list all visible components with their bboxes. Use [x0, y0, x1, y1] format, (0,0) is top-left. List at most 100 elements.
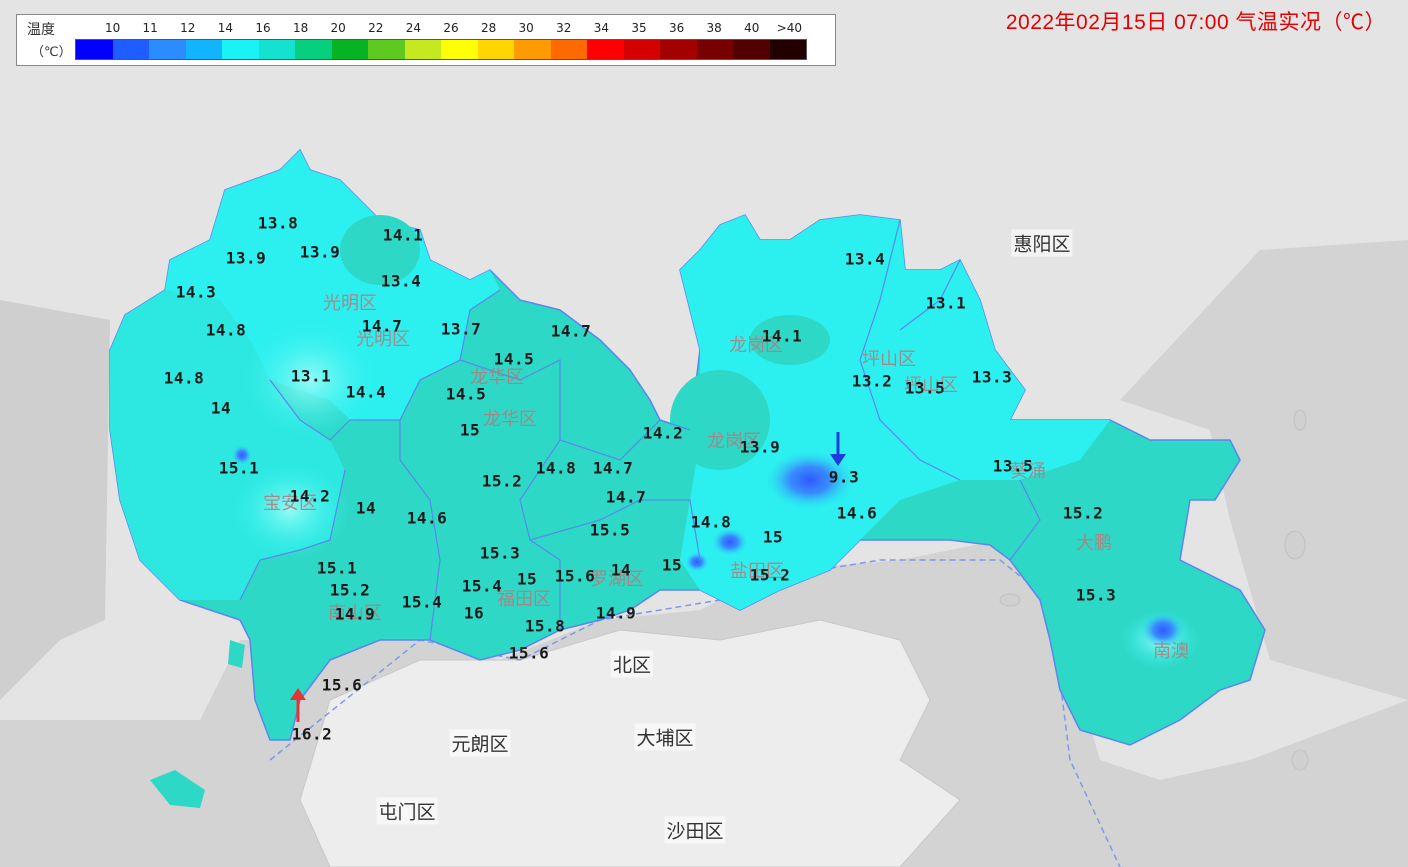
temperature-reading: 15.4	[401, 592, 443, 612]
legend-color-cell	[404, 40, 441, 59]
legend-color-cell	[550, 40, 587, 59]
legend-color-cell	[477, 40, 514, 59]
island-small	[228, 640, 245, 668]
temperature-reading: 15.1	[218, 458, 260, 478]
temperature-reading: 14.7	[592, 458, 634, 478]
temperature-reading: 13.4	[380, 271, 422, 291]
temperature-reading: 15.6	[554, 566, 596, 586]
legend-title: 温度	[27, 22, 55, 38]
neighbor-district-label: 沙田区	[664, 816, 726, 844]
legend-tick-label: 16	[255, 21, 271, 35]
temperature-reading: 13.1	[925, 293, 967, 313]
legend-color-cell	[769, 40, 806, 59]
temperature-reading: 13.5	[904, 378, 946, 398]
legend-tick-label: 14	[217, 21, 234, 35]
legend-tick-label: 22	[368, 21, 384, 35]
temperature-reading: 15.3	[1075, 585, 1117, 605]
temperature-reading: 14.8	[205, 320, 247, 340]
legend-color-cell	[149, 40, 186, 59]
temperature-reading: 14.9	[334, 604, 376, 624]
temperature-reading: 14.1	[382, 225, 424, 245]
temperature-reading: 15	[459, 420, 481, 440]
temperature-reading: 13.9	[739, 437, 781, 457]
legend-tick-label: 32	[556, 21, 572, 35]
legend-tick-label: 28	[480, 21, 497, 35]
temperature-reading: 16	[463, 603, 485, 623]
temperature-reading: 14.8	[690, 512, 732, 532]
temperature-reading: 15.5	[589, 520, 631, 540]
temperature-reading: 15	[516, 569, 538, 589]
temperature-reading: 13.8	[257, 213, 299, 233]
temperature-reading: 15.3	[479, 543, 521, 563]
temperature-reading: 15.1	[316, 558, 358, 578]
temperature-reading: 15.6	[321, 675, 363, 695]
temperature-reading: 16.2	[291, 724, 333, 744]
temperature-reading: 14	[210, 398, 232, 418]
temperature-reading: 14.6	[406, 508, 448, 528]
legend-color-scale	[75, 39, 807, 60]
legend-labels: 10 11 12 14 16 18 20 22 24 26 28 30 32 34 35 36 38 40 >40	[75, 21, 827, 37]
legend-tick-label: >40	[776, 21, 803, 35]
temperature-reading: 14.2	[642, 423, 684, 443]
temperature-reading: 14	[610, 560, 632, 580]
legend-tick-label: 38	[706, 21, 722, 35]
legend-color-cell	[331, 40, 368, 59]
temperature-reading: 13.9	[225, 248, 267, 268]
neighbor-district-label: 大埔区	[634, 723, 696, 751]
temperature-reading: 13.2	[851, 371, 893, 391]
district-label: 福田区	[497, 589, 551, 610]
temperature-reading: 14.8	[535, 458, 577, 478]
legend-color-cell	[295, 40, 332, 59]
legend-tick-label: 36	[668, 21, 685, 35]
legend-color-cell	[587, 40, 624, 59]
temperature-reading: 14.7	[550, 321, 592, 341]
legend-tick-label: 30	[518, 21, 534, 35]
legend-color-cell	[441, 40, 478, 59]
temperature-reading: 14.3	[175, 282, 217, 302]
neighbor-district-label: 屯门区	[376, 797, 438, 825]
temperature-reading: 14.1	[761, 326, 803, 346]
temperature-reading: 15.2	[481, 471, 523, 491]
map-title: 2022年02月15日 07:00 气温实况（℃）	[1005, 11, 1386, 34]
legend-color-cell	[514, 40, 551, 59]
temperature-reading: 15.8	[524, 616, 566, 636]
temperature-reading: 13.5	[992, 456, 1034, 476]
neighbor-district-label: 惠阳区	[1011, 229, 1073, 257]
temperature-reading: 13.3	[971, 367, 1013, 387]
legend-color-cell	[696, 40, 733, 59]
legend-color-cell	[112, 40, 149, 59]
legend-color-cell	[258, 40, 295, 59]
temperature-reading: 13.4	[844, 249, 886, 269]
temperature-reading: 13.1	[290, 366, 332, 386]
legend-tick-label: 35	[631, 21, 647, 35]
temperature-reading: 14.6	[836, 503, 878, 523]
legend-tick-label: 40	[744, 21, 760, 35]
legend-color-cell	[185, 40, 222, 59]
temperature-reading: 13.7	[440, 319, 482, 339]
cold-spot-2	[712, 528, 748, 556]
temperature-reading: 15	[661, 555, 683, 575]
cold-spot-3	[685, 552, 709, 572]
legend-tick-label: 26	[443, 21, 459, 35]
temperature-reading: 15.6	[508, 643, 550, 663]
legend-unit: （℃）	[31, 45, 72, 60]
legend-color-cell	[660, 40, 697, 59]
temperature-reading: 14	[355, 498, 377, 518]
temperature-reading: 9.3	[828, 467, 860, 487]
legend-tick-label: 18	[292, 21, 309, 35]
legend-color-cell	[76, 40, 113, 59]
temperature-reading: 14.4	[345, 382, 387, 402]
neighbor-district-label: 元朗区	[449, 729, 511, 757]
temperature-reading: 14.5	[493, 349, 535, 369]
temperature-legend: 温度 （℃） 10 11 12 14 16 18 20 22 24 26 28 30 32 34 35 36 3…	[16, 14, 836, 66]
legend-color-cell	[368, 40, 405, 59]
temperature-reading: 15.4	[461, 576, 503, 596]
temperature-reading: 13.9	[299, 242, 341, 262]
temperature-reading: 14.8	[163, 368, 205, 388]
legend-color-cell	[623, 40, 660, 59]
temperature-reading: 14.2	[289, 486, 331, 506]
legend-tick-label: 34	[593, 21, 610, 35]
temperature-reading: 14.7	[361, 316, 403, 336]
base-map	[0, 0, 1408, 867]
district-label: 龙华区	[483, 409, 537, 430]
